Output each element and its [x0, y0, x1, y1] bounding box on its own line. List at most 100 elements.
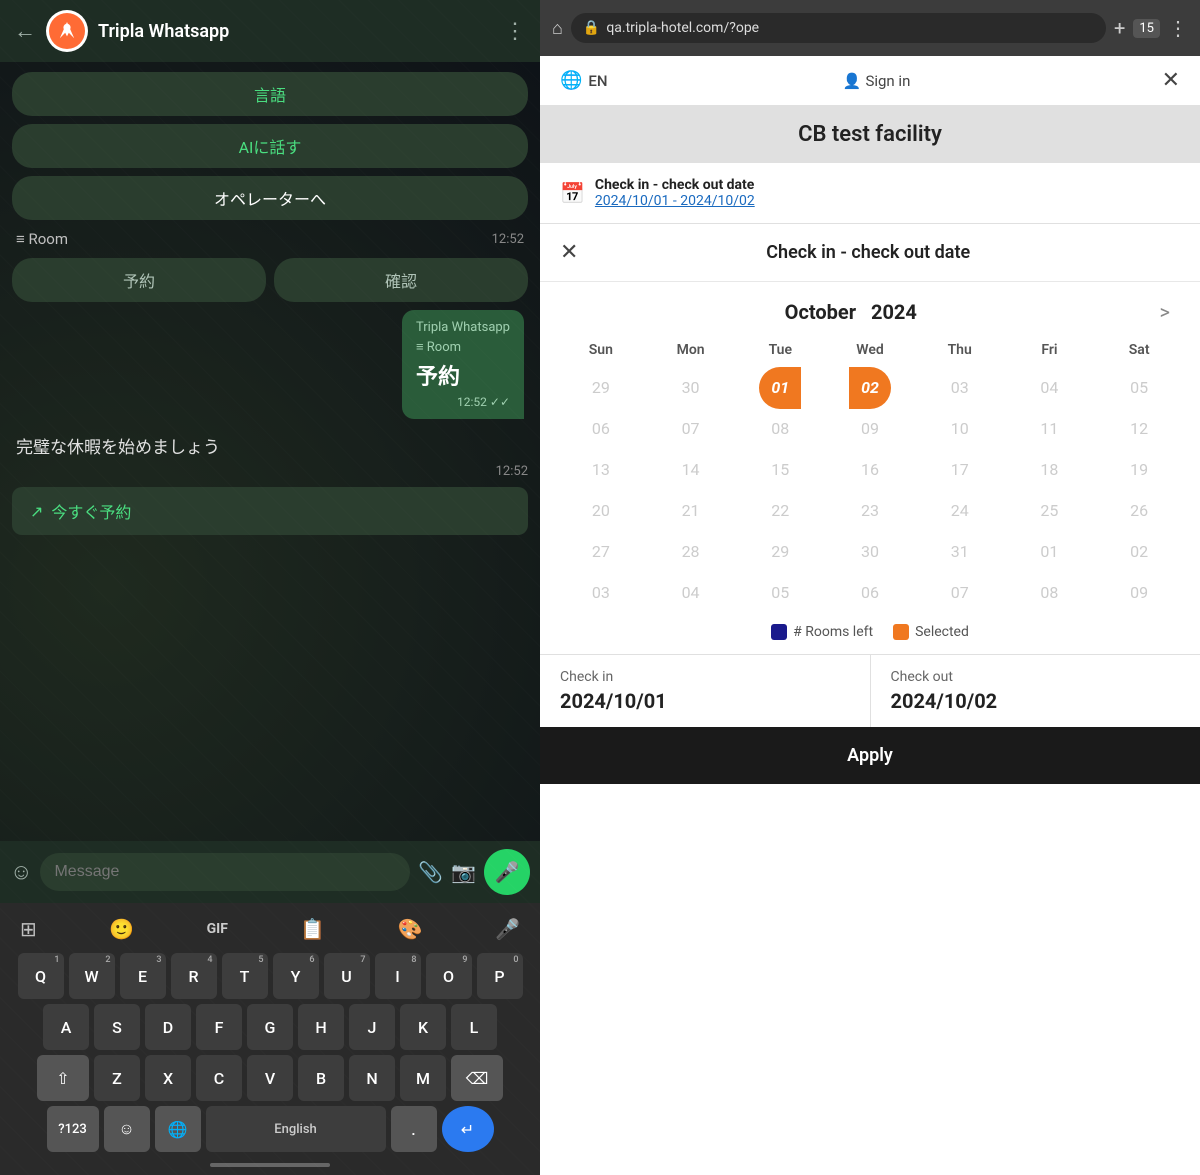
cal-cell-n07[interactable]: 07 — [915, 573, 1005, 612]
cal-cell-17[interactable]: 17 — [915, 450, 1005, 489]
cal-cell-n02[interactable]: 02 — [1094, 532, 1184, 571]
key-e[interactable]: 3E — [120, 953, 166, 999]
enter-key[interactable]: ↵ — [442, 1106, 494, 1152]
cal-cell-08[interactable]: 08 — [735, 409, 825, 448]
cal-cell-12[interactable]: 12 — [1094, 409, 1184, 448]
close-button[interactable]: ✕ — [1162, 68, 1180, 93]
new-tab-icon[interactable]: + — [1114, 16, 1125, 40]
language-selector[interactable]: 🌐 EN — [560, 70, 608, 91]
operator-button[interactable]: オペレーターへ — [12, 176, 528, 220]
key-b[interactable]: B — [298, 1055, 344, 1101]
key-l[interactable]: L — [451, 1004, 497, 1050]
cal-cell-n08[interactable]: 08 — [1005, 573, 1095, 612]
keyboard-gif-label[interactable]: GIF — [199, 917, 236, 941]
cal-cell-07[interactable]: 07 — [646, 409, 736, 448]
cal-cell-10[interactable]: 10 — [915, 409, 1005, 448]
cal-cell-03[interactable]: 03 — [915, 368, 1005, 407]
cal-cell-20[interactable]: 20 — [556, 491, 646, 530]
reservation-button[interactable]: 予約 — [12, 258, 266, 302]
cal-cell-23[interactable]: 23 — [825, 491, 915, 530]
key-z[interactable]: Z — [94, 1055, 140, 1101]
cal-cell-n03[interactable]: 03 — [556, 573, 646, 612]
cal-cell-25[interactable]: 25 — [1005, 491, 1095, 530]
key-q[interactable]: 1Q — [18, 953, 64, 999]
cal-cell-21[interactable]: 21 — [646, 491, 736, 530]
cal-cell-31[interactable]: 31 — [915, 532, 1005, 571]
key-h[interactable]: H — [298, 1004, 344, 1050]
key-o[interactable]: 9O — [426, 953, 472, 999]
keyboard-clipboard-icon[interactable]: 📋 — [292, 913, 333, 945]
camera-icon[interactable]: 📷 — [451, 860, 476, 884]
cal-cell-28[interactable]: 28 — [646, 532, 736, 571]
key-c[interactable]: C — [196, 1055, 242, 1101]
key-g[interactable]: G — [247, 1004, 293, 1050]
cal-cell-02[interactable]: 02 — [825, 368, 915, 407]
num-key[interactable]: ?123 — [47, 1106, 99, 1152]
key-v[interactable]: V — [247, 1055, 293, 1101]
browser-more-icon[interactable]: ⋮ — [1168, 16, 1188, 40]
emoji-icon[interactable]: ☺ — [10, 859, 32, 885]
language-button[interactable]: 言語 — [12, 72, 528, 116]
browser-home-icon[interactable]: ⌂ — [552, 18, 563, 39]
key-w[interactable]: 2W — [69, 953, 115, 999]
cal-cell-n04[interactable]: 04 — [646, 573, 736, 612]
cal-cell-29b[interactable]: 29 — [735, 532, 825, 571]
cal-cell-n06[interactable]: 06 — [825, 573, 915, 612]
more-icon[interactable]: ⋮ — [504, 19, 526, 44]
next-month-button[interactable]: > — [1150, 296, 1180, 328]
back-icon[interactable]: ← — [14, 18, 36, 44]
cal-cell-14[interactable]: 14 — [646, 450, 736, 489]
key-t[interactable]: 5T — [222, 953, 268, 999]
cal-cell-24[interactable]: 24 — [915, 491, 1005, 530]
cal-cell-13[interactable]: 13 — [556, 450, 646, 489]
attach-icon[interactable]: 📎 — [418, 860, 443, 884]
globe-key[interactable]: 🌐 — [155, 1106, 201, 1152]
cal-cell-30[interactable]: 30 — [646, 368, 736, 407]
keyboard-mic-icon[interactable]: 🎤 — [487, 913, 528, 945]
keyboard-palette-icon[interactable]: 🎨 — [390, 913, 431, 945]
cal-cell-n01[interactable]: 01 — [1005, 532, 1095, 571]
key-m[interactable]: M — [400, 1055, 446, 1101]
message-input[interactable] — [40, 853, 410, 891]
key-i[interactable]: 8I — [375, 953, 421, 999]
date-section[interactable]: 📅 Check in - check out date 2024/10/01 -… — [540, 163, 1200, 224]
book-now-button[interactable]: ↗ 今すぐ予約 — [12, 487, 528, 535]
cal-cell-15[interactable]: 15 — [735, 450, 825, 489]
cal-cell-04[interactable]: 04 — [1005, 368, 1095, 407]
key-a[interactable]: A — [43, 1004, 89, 1050]
key-n[interactable]: N — [349, 1055, 395, 1101]
apply-button[interactable]: Apply — [540, 727, 1200, 784]
cal-cell-05[interactable]: 05 — [1094, 368, 1184, 407]
ai-talk-button[interactable]: AIに話す — [12, 124, 528, 168]
cal-cell-30b[interactable]: 30 — [825, 532, 915, 571]
keyboard-grid-icon[interactable]: ⊞ — [12, 913, 45, 945]
cal-cell-11[interactable]: 11 — [1005, 409, 1095, 448]
cal-cell-26[interactable]: 26 — [1094, 491, 1184, 530]
cal-cell-n09[interactable]: 09 — [1094, 573, 1184, 612]
cal-cell-22[interactable]: 22 — [735, 491, 825, 530]
key-f[interactable]: F — [196, 1004, 242, 1050]
cal-cell-27[interactable]: 27 — [556, 532, 646, 571]
cal-cell-19[interactable]: 19 — [1094, 450, 1184, 489]
keyboard-sticker-icon[interactable]: 🙂 — [101, 913, 142, 945]
shift-key[interactable]: ⇧ — [37, 1055, 89, 1101]
cal-cell-16[interactable]: 16 — [825, 450, 915, 489]
key-u[interactable]: 7U — [324, 953, 370, 999]
confirm-button[interactable]: 確認 — [274, 258, 528, 302]
key-k[interactable]: K — [400, 1004, 446, 1050]
key-j[interactable]: J — [349, 1004, 395, 1050]
url-bar[interactable]: 🔒 qa.tripla-hotel.com/?ope — [571, 13, 1106, 43]
key-d[interactable]: D — [145, 1004, 191, 1050]
key-x[interactable]: X — [145, 1055, 191, 1101]
delete-key[interactable]: ⌫ — [451, 1055, 503, 1101]
cal-cell-18[interactable]: 18 — [1005, 450, 1095, 489]
dot-key[interactable]: . — [391, 1106, 437, 1152]
key-s[interactable]: S — [94, 1004, 140, 1050]
key-r[interactable]: 4R — [171, 953, 217, 999]
cal-cell-09[interactable]: 09 — [825, 409, 915, 448]
emoji-key[interactable]: ☺ — [104, 1106, 150, 1152]
modal-close-button[interactable]: ✕ — [560, 240, 578, 265]
tabs-count[interactable]: 15 — [1133, 19, 1160, 38]
space-key[interactable]: English — [206, 1106, 386, 1152]
mic-button[interactable]: 🎤 — [484, 849, 530, 895]
